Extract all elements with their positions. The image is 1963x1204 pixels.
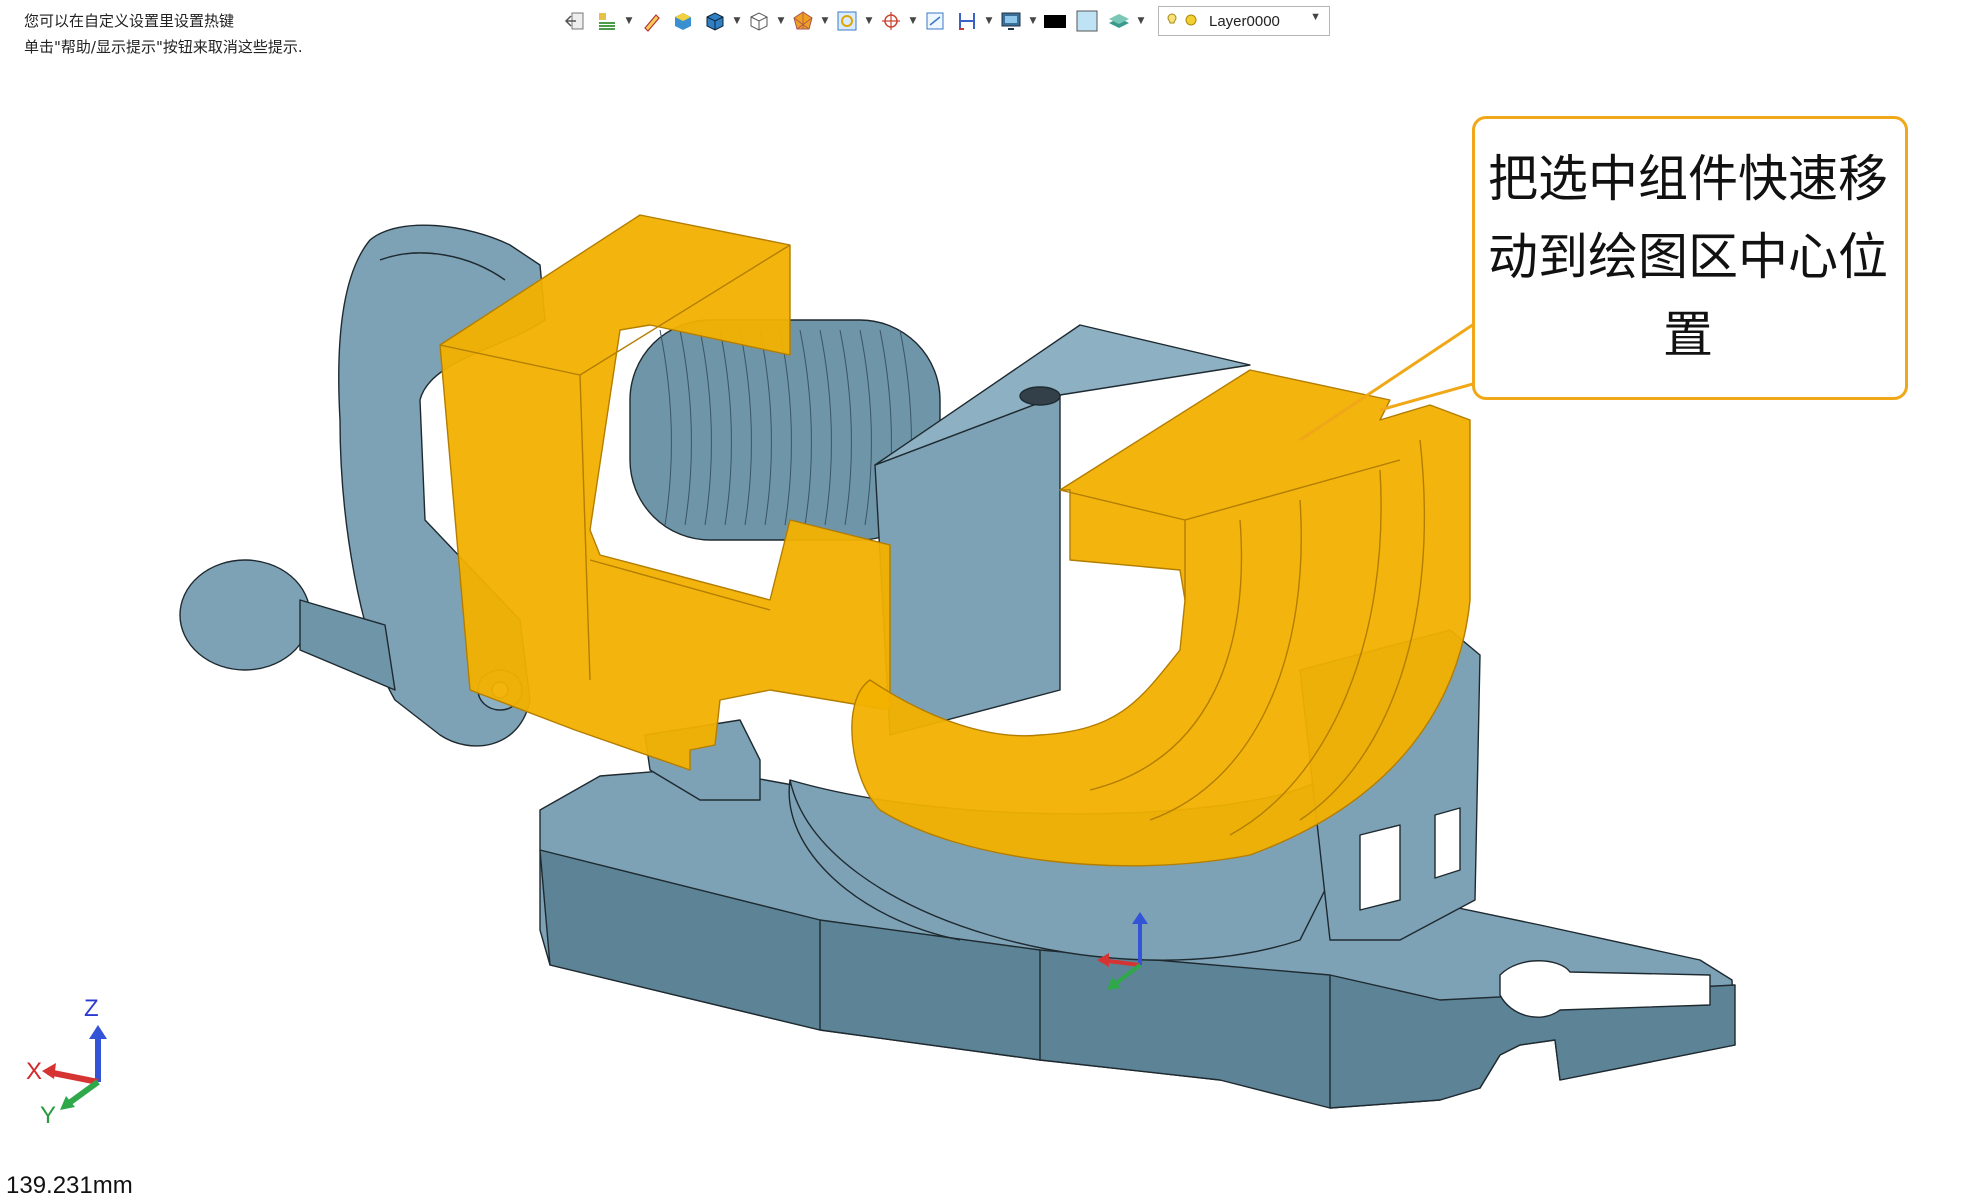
graphics-viewport[interactable]: 您可以在自定义设置里设置热键 单击"帮助/显示提示"按钮来取消这些提示. ▼ ▼… [0,0,1963,1204]
axis-label-x: X [26,1058,43,1085]
measurement-readout: 139.231mm [6,1172,133,1199]
callout-line-3: 置 [1663,306,1713,364]
callout-line-1: 把选中组件快速移 [1488,150,1888,208]
axis-label-z: Z [84,995,99,1022]
crank-knob [179,559,311,671]
callout-line-2: 动到绘图区中心位 [1488,228,1888,286]
global-axis-triad [42,1025,107,1110]
axis-label-y: Y [40,1102,57,1129]
callout-text: 把选中组件快速移 动到绘图区中心位 置 [1478,140,1898,374]
